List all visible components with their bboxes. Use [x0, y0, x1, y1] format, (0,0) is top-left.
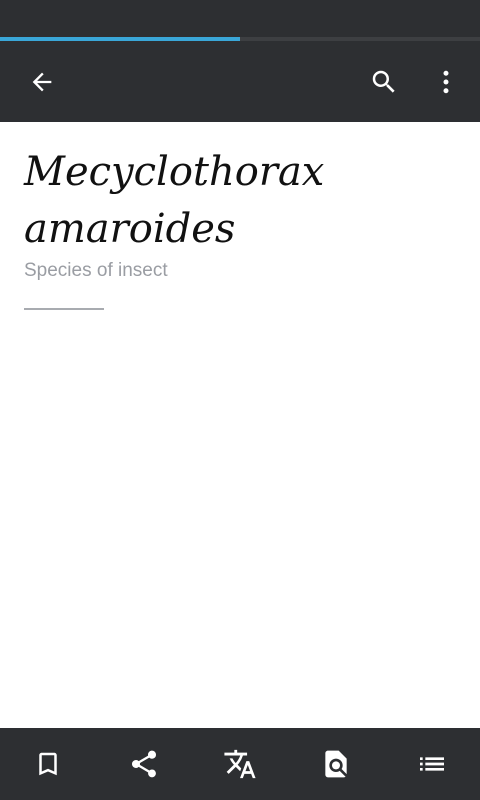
bookmark-icon: [39, 752, 57, 776]
article-description: Species of insect: [24, 260, 168, 281]
translate-button[interactable]: [192, 728, 288, 800]
bottom-action-bar: [0, 728, 480, 800]
find-in-page-button[interactable]: [288, 728, 384, 800]
table-of-contents-button[interactable]: [384, 728, 480, 800]
overflow-menu-button[interactable]: [414, 41, 478, 122]
search-button[interactable]: [352, 41, 416, 122]
top-toolbar: [0, 41, 480, 122]
share-button[interactable]: [96, 728, 192, 800]
arrow-back-icon: [32, 72, 52, 91]
search-icon: [372, 70, 395, 93]
translate-icon: [224, 749, 256, 779]
bookmark-button[interactable]: [0, 728, 96, 800]
article-content: Mecyclothorax amaroides Species of insec…: [0, 122, 480, 728]
title-divider: [24, 308, 104, 310]
more-vertical-icon: [443, 70, 449, 93]
table-of-contents-icon: [420, 757, 444, 771]
article-title: Mecyclothorax amaroides: [24, 149, 325, 252]
status-bar: [0, 0, 480, 37]
find-in-page-icon: [325, 750, 347, 778]
share-icon: [131, 750, 157, 778]
back-button[interactable]: [10, 41, 74, 122]
